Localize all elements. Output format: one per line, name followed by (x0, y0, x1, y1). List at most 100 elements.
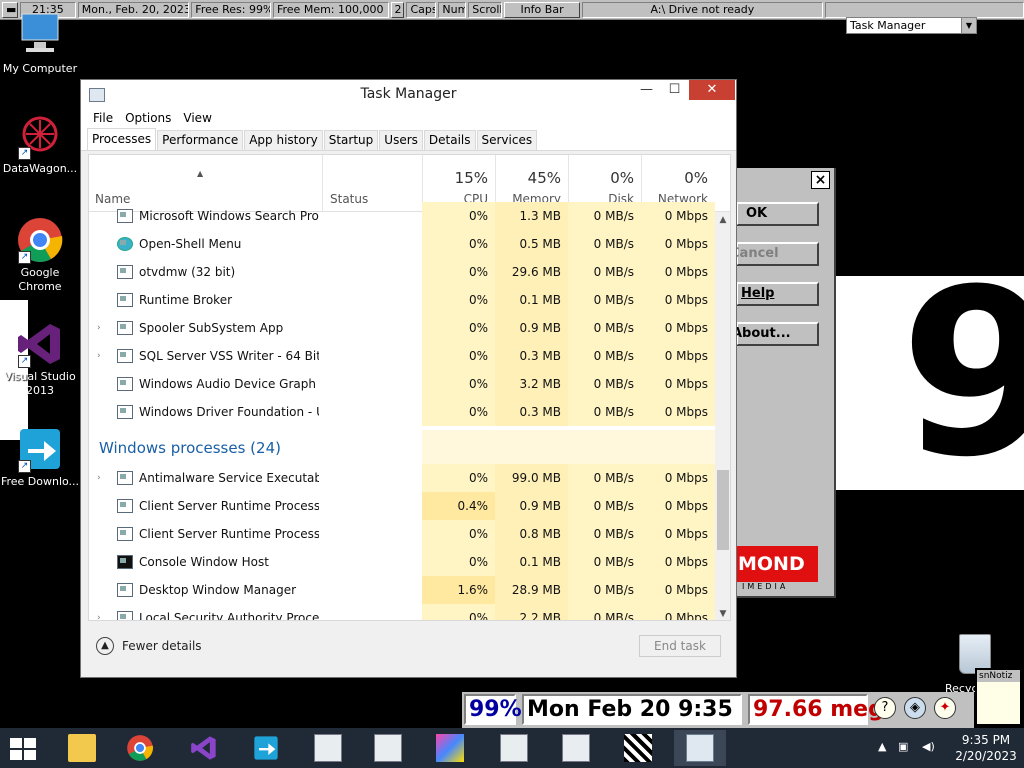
expand-icon[interactable] (97, 548, 107, 576)
clock-time: 9:35 PM (961, 733, 1011, 747)
desktop-icon-free-download[interactable]: ↗ Free Downlo... (0, 425, 80, 489)
start-button[interactable] (10, 738, 38, 760)
taskbar-clock[interactable]: 9:35 PM 2/20/2023 (950, 732, 1022, 764)
taskbar-chrome[interactable] (114, 730, 166, 766)
taskbar-app-window-2[interactable] (362, 730, 414, 766)
task-manager-icon (686, 734, 714, 762)
expand-icon[interactable] (97, 286, 107, 314)
info-bar-counter[interactable]: 2 (390, 1, 405, 18)
table-row[interactable]: Windows Driver Foundation - U... 0% 0.3 … (89, 398, 715, 426)
expand-icon[interactable]: › (97, 342, 107, 370)
tab-details[interactable]: Details (423, 130, 476, 150)
task-manager-titlebar[interactable]: Task Manager — ☐ ✕ (81, 80, 736, 107)
taskbar-app-window-1[interactable] (302, 730, 354, 766)
tab-processes[interactable]: Processes (87, 128, 157, 150)
process-name: Open-Shell Menu (139, 237, 242, 251)
expand-icon[interactable] (97, 258, 107, 286)
process-memory: 99.0 MB (495, 464, 568, 492)
table-row[interactable]: › SQL Server VSS Writer - 64 Bit 0% 0.3 … (89, 342, 715, 370)
desktop-icon-google-chrome[interactable]: ↗ Google Chrome (0, 216, 80, 294)
help-icon[interactable]: ? (874, 697, 896, 719)
tab-performance[interactable]: Performance (157, 130, 244, 150)
disk-tool-icon[interactable]: ◈ (904, 697, 926, 719)
menu-options[interactable]: Options (119, 107, 177, 129)
end-task-button[interactable]: End task (639, 635, 721, 657)
taskbar-visual-studio[interactable] (178, 730, 230, 766)
process-cpu: 0% (422, 230, 495, 258)
table-row[interactable]: › Spooler SubSystem App 0% 0.9 MB 0 MB/s… (89, 314, 715, 342)
tray-overflow-icon[interactable]: ▲ (878, 740, 886, 753)
tab-users[interactable]: Users (379, 130, 423, 150)
expand-icon[interactable]: › (97, 314, 107, 342)
desktop-icon-label: My Computer (2, 62, 78, 75)
expand-icon[interactable] (97, 520, 107, 548)
tab-app-history[interactable]: App history (244, 130, 323, 150)
desktop-icon-visual-studio[interactable]: ↗ Visual Studio 2013 (0, 320, 80, 398)
group-network-cell (641, 430, 715, 466)
group-header-windows-processes[interactable]: Windows processes (24) (89, 430, 715, 466)
taskbar-task-manager[interactable] (674, 730, 726, 766)
desktop-icon-label: DataWagon... (2, 162, 78, 175)
expand-icon[interactable] (97, 230, 107, 258)
task-select-dropdown[interactable]: Task Manager ▼ (846, 17, 977, 34)
expand-icon[interactable]: › (97, 604, 107, 620)
minimize-button[interactable]: — (633, 80, 660, 100)
scroll-down-icon[interactable]: ▼ (715, 606, 730, 620)
expand-icon[interactable] (97, 576, 107, 604)
desktop-icon-my-computer[interactable]: My Computer (0, 12, 80, 76)
about-button[interactable]: About... (732, 322, 819, 346)
table-row[interactable]: Runtime Broker 0% 0.1 MB 0 MB/s 0 Mbps (89, 286, 715, 314)
sticky-note-widget[interactable]: snNotiz (975, 668, 1022, 726)
ok-button[interactable]: OK (736, 202, 819, 226)
maximize-button[interactable]: ☐ (661, 80, 688, 100)
fewer-details-button[interactable]: ▲ Fewer details (96, 637, 202, 655)
scroll-up-icon[interactable]: ▲ (715, 212, 730, 228)
volume-icon[interactable]: ◀) (922, 740, 935, 753)
taskbar-pattern-app[interactable] (612, 730, 664, 766)
table-row[interactable]: Desktop Window Manager 1.6% 28.9 MB 0 MB… (89, 576, 715, 604)
process-icon (117, 471, 133, 485)
taskbar-app-window-4[interactable] (550, 730, 602, 766)
windows-logo-icon (10, 750, 22, 760)
scrollbar-thumb[interactable] (717, 470, 729, 550)
table-row[interactable]: Client Server Runtime Process 0% 0.8 MB … (89, 520, 715, 548)
process-cpu: 0% (422, 314, 495, 342)
menu-view[interactable]: View (177, 107, 217, 129)
table-row[interactable]: otvdmw (32 bit) 0% 29.6 MB 0 MB/s 0 Mbps (89, 258, 715, 286)
runner-icon[interactable]: ✦ (934, 697, 956, 719)
expand-icon[interactable]: › (97, 464, 107, 492)
taskbar-app-window-3[interactable] (488, 730, 540, 766)
table-row[interactable]: Client Server Runtime Process 0.4% 0.9 M… (89, 492, 715, 520)
info-bar-button[interactable]: Info Bar (504, 1, 580, 18)
table-row[interactable]: › Local Security Authority Process... 0%… (89, 604, 715, 620)
cancel-button[interactable]: Cancel (730, 242, 819, 266)
table-row[interactable]: Console Window Host 0% 0.1 MB 0 MB/s 0 M… (89, 548, 715, 576)
process-name: Antimalware Service Executable (139, 471, 319, 485)
table-row[interactable]: Microsoft Windows Search Prot... 0% 1.3 … (89, 202, 715, 230)
expand-icon[interactable] (97, 398, 107, 426)
table-row[interactable]: Windows Audio Device Graph Is... 0% 3.2 … (89, 370, 715, 398)
taskbar-file-explorer[interactable] (56, 730, 108, 766)
help-button[interactable]: Help (736, 282, 819, 306)
chevron-up-icon: ▲ (96, 637, 114, 655)
expand-icon[interactable] (97, 492, 107, 520)
clock-widget: Mon Feb 20 9:35 (522, 694, 742, 725)
tab-startup[interactable]: Startup (323, 130, 379, 150)
close-button[interactable]: × (811, 171, 830, 189)
process-network: 0 Mbps (641, 492, 715, 520)
tab-services[interactable]: Services (476, 130, 538, 150)
expand-icon[interactable] (97, 202, 107, 230)
process-icon (117, 293, 133, 307)
network-icon[interactable]: ▣ (898, 740, 908, 753)
table-row[interactable]: › Antimalware Service Executable 0% 99.0… (89, 464, 715, 492)
desktop-icon-datawagon[interactable]: ↗ DataWagon... (0, 112, 80, 176)
table-row[interactable]: Open-Shell Menu 0% 0.5 MB 0 MB/s 0 Mbps (89, 230, 715, 258)
close-window-button[interactable]: ✕ (689, 80, 735, 100)
vertical-scrollbar[interactable]: ▲ ▼ (715, 212, 730, 620)
menu-file[interactable]: File (87, 107, 119, 129)
expand-icon[interactable] (97, 370, 107, 398)
process-memory: 0.8 MB (495, 520, 568, 548)
background-dialog-titlebar: × (736, 168, 834, 192)
taskbar-download-manager[interactable] (240, 730, 292, 766)
taskbar-paint-app[interactable] (424, 730, 476, 766)
